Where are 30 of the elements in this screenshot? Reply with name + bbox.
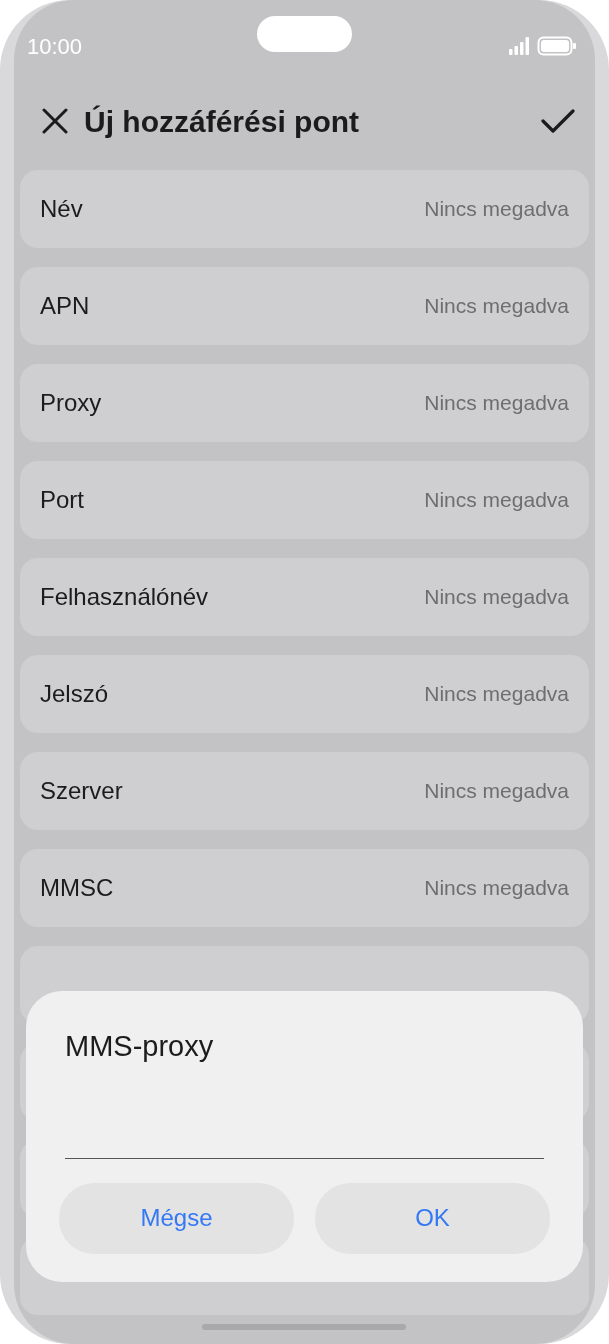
row-label: APN bbox=[40, 291, 90, 321]
settings-row[interactable]: Felhasználónév Nincs megadva bbox=[20, 558, 589, 636]
checkmark-icon[interactable] bbox=[541, 109, 575, 133]
status-time: 10:00 bbox=[27, 32, 83, 61]
row-value: Nincs megadva bbox=[424, 196, 569, 223]
row-value: Nincs megadva bbox=[424, 681, 569, 708]
settings-row[interactable]: Port Nincs megadva bbox=[20, 461, 589, 539]
dialog-title: MMS-proxy bbox=[64, 1029, 215, 1064]
row-value: Nincs megadva bbox=[424, 584, 569, 611]
settings-row[interactable]: Jelszó Nincs megadva bbox=[20, 655, 589, 733]
row-value: Nincs megadva bbox=[424, 778, 569, 805]
row-value: Nincs megadva bbox=[424, 487, 569, 514]
row-label: Port bbox=[40, 485, 84, 515]
settings-row[interactable]: APN Nincs megadva bbox=[20, 267, 589, 345]
close-icon[interactable] bbox=[42, 108, 68, 134]
settings-row[interactable]: Név Nincs megadva bbox=[20, 170, 589, 248]
row-label: Szerver bbox=[40, 776, 123, 806]
settings-row[interactable]: Proxy Nincs megadva bbox=[20, 364, 589, 442]
row-label: MMSC bbox=[40, 873, 114, 903]
row-value: Nincs megadva bbox=[424, 875, 569, 902]
row-label: Jelszó bbox=[40, 679, 109, 709]
settings-row[interactable]: Szerver Nincs megadva bbox=[20, 752, 589, 830]
battery-icon bbox=[537, 36, 577, 56]
settings-row[interactable]: MMSC Nincs megadva bbox=[20, 849, 589, 927]
row-value: Nincs megadva bbox=[424, 390, 569, 417]
screen-title: Új hozzáférési pont bbox=[84, 103, 361, 140]
row-label: Név bbox=[40, 194, 83, 224]
row-label: Proxy bbox=[40, 388, 102, 418]
row-value: Nincs megadva bbox=[424, 293, 569, 320]
row-label: Felhasználónév bbox=[40, 582, 209, 612]
